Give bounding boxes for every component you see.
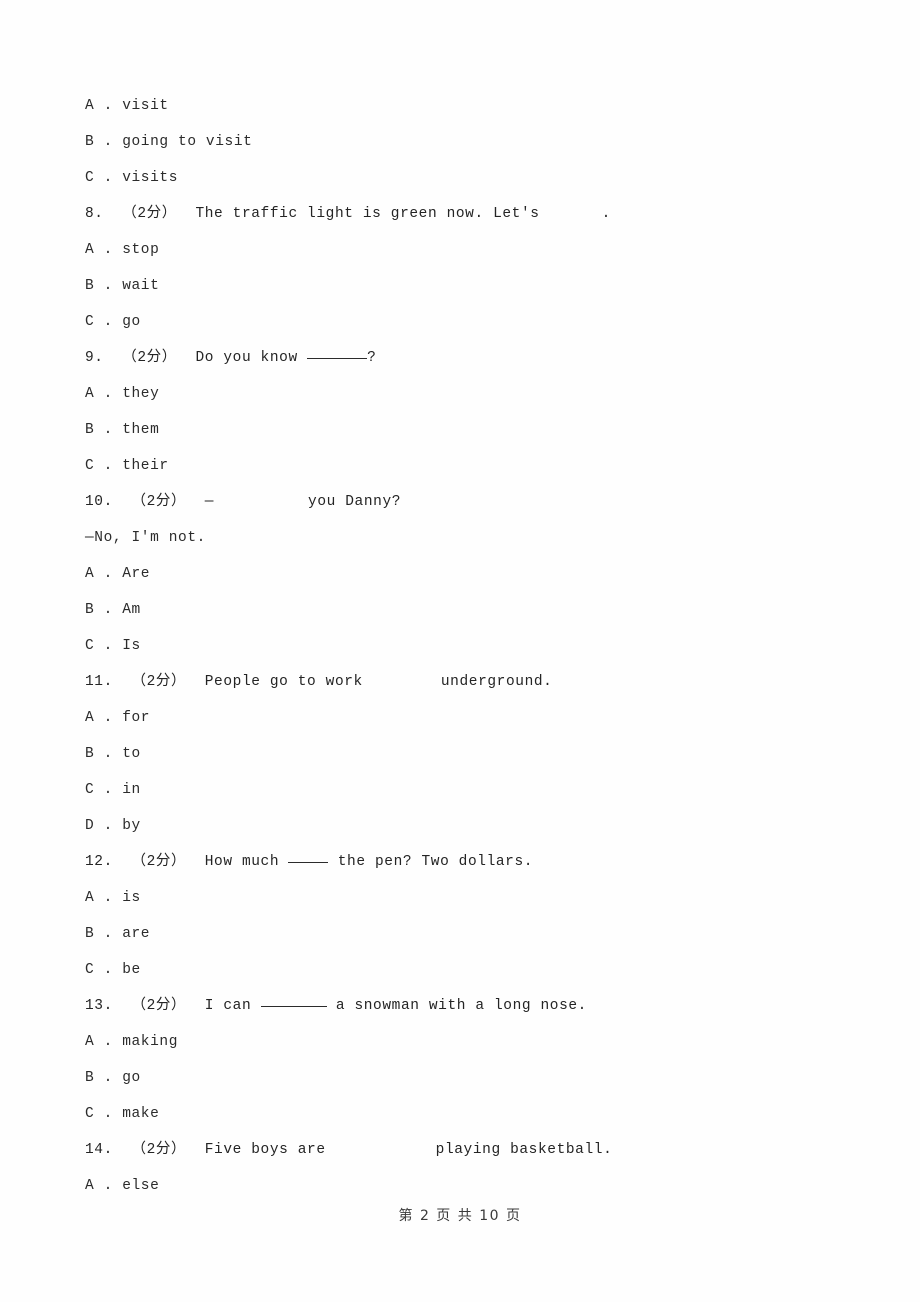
- answer-blank[interactable]: [214, 504, 308, 505]
- question-text-after-blank: a snowman with a long nose.: [326, 998, 587, 1014]
- option-item: C . in: [85, 772, 845, 808]
- option-item: A . they: [85, 376, 845, 412]
- question-stem: 10. （2分） — you Danny?: [85, 484, 845, 520]
- option-item: C . go: [85, 304, 845, 340]
- option-label[interactable]: C . be: [85, 962, 141, 978]
- option-item: A . Are: [85, 556, 845, 592]
- question-text-before-blank: Five boys are: [204, 1142, 326, 1158]
- option-label[interactable]: A . else: [85, 1178, 159, 1194]
- question-text-after-blank: playing basketball.: [435, 1142, 613, 1158]
- option-item: B . going to visit: [85, 124, 845, 160]
- option-item: A . visit: [85, 88, 845, 124]
- option-label[interactable]: A . stop: [85, 242, 159, 258]
- question-text-before-blank: People go to work: [204, 674, 363, 690]
- option-label[interactable]: C . Is: [85, 638, 141, 654]
- answer-blank[interactable]: [540, 216, 602, 217]
- option-item: C . make: [85, 1096, 845, 1132]
- question-number: 10.: [85, 494, 113, 510]
- question-score: （2分）: [131, 674, 187, 690]
- answer-blank[interactable]: [363, 684, 441, 685]
- question-stem: 14. （2分） Five boys are playing basketball…: [85, 1132, 845, 1168]
- option-label[interactable]: D . by: [85, 818, 141, 834]
- option-item: C . be: [85, 952, 845, 988]
- answer-blank[interactable]: [288, 851, 329, 863]
- question-number: 14.: [85, 1142, 113, 1158]
- option-item: A . stop: [85, 232, 845, 268]
- option-label[interactable]: B . Am: [85, 602, 141, 618]
- option-item: A . is: [85, 880, 845, 916]
- question-text-before-blank: How much: [204, 854, 289, 870]
- option-label[interactable]: A . they: [85, 386, 159, 402]
- question-number: 11.: [85, 674, 113, 690]
- option-label[interactable]: B . are: [85, 926, 150, 942]
- option-label: B . going to visit: [85, 134, 253, 150]
- option-label[interactable]: A . Are: [85, 566, 150, 582]
- answer-blank[interactable]: [326, 1152, 436, 1153]
- document-page: A . visit B . going to visit C . visits 8. …: [0, 0, 920, 1302]
- option-label[interactable]: B . wait: [85, 278, 159, 294]
- option-item: C . visits: [85, 160, 845, 196]
- option-label[interactable]: C . make: [85, 1106, 159, 1122]
- question-stem: 8. （2分） The traffic light is green now. …: [85, 196, 845, 232]
- option-label: C . visits: [85, 170, 179, 186]
- option-label[interactable]: C . go: [85, 314, 141, 330]
- exam-body: A . visit B . going to visit C . visits 8. …: [85, 88, 845, 1204]
- option-item: A . for: [85, 700, 845, 736]
- question-score: （2分）: [131, 854, 187, 870]
- question-text-before-blank: Do you know: [195, 350, 308, 366]
- option-label[interactable]: B . them: [85, 422, 159, 438]
- question-score: （2分）: [131, 998, 187, 1014]
- question-text-after-blank: the pen? Two dollars.: [328, 854, 534, 870]
- question-score: （2分）: [122, 350, 177, 366]
- option-item: B . go: [85, 1060, 845, 1096]
- answer-blank[interactable]: [307, 347, 368, 359]
- option-label[interactable]: C . in: [85, 782, 141, 798]
- question-text-before-blank: —: [204, 494, 215, 510]
- option-label[interactable]: B . to: [85, 746, 141, 762]
- option-label[interactable]: A . making: [85, 1034, 178, 1050]
- option-item: B . to: [85, 736, 845, 772]
- option-label[interactable]: A . is: [85, 890, 141, 906]
- question-answer-line: —No, I'm not.: [85, 520, 845, 556]
- question-text-after-blank: you Danny?: [308, 494, 402, 510]
- option-label: A . visit: [85, 98, 169, 114]
- question-score: （2分）: [131, 494, 187, 510]
- question-stem: 9. （2分） Do you know ?: [85, 340, 845, 376]
- question-text-before-blank: The traffic light is green now. Let's: [195, 206, 540, 222]
- option-item: B . are: [85, 916, 845, 952]
- question-number: 12.: [85, 854, 113, 870]
- option-item: A . making: [85, 1024, 845, 1060]
- option-label[interactable]: A . for: [85, 710, 150, 726]
- question-text-after-blank: ?: [367, 350, 377, 366]
- option-label[interactable]: B . go: [85, 1070, 141, 1086]
- question-stem: 12. （2分） How much the pen? Two dollars.: [85, 844, 845, 880]
- question-number: 9.: [85, 350, 104, 366]
- question-number: 8.: [85, 206, 104, 222]
- question-text-after-blank: .: [601, 206, 611, 222]
- option-item: C . Is: [85, 628, 845, 664]
- question-score: （2分）: [131, 1142, 187, 1158]
- question-text-after-blank: underground.: [440, 674, 553, 690]
- option-item: A . else: [85, 1168, 845, 1204]
- question-number: 13.: [85, 998, 113, 1014]
- question-stem: 11. （2分） People go to work underground.: [85, 664, 845, 700]
- option-item: B . Am: [85, 592, 845, 628]
- question-score: （2分）: [122, 206, 177, 222]
- page-footer: 第 2 页 共 10 页: [398, 1208, 522, 1224]
- option-item: B . wait: [85, 268, 845, 304]
- question-stem: 13. （2分） I can a snowman with a long nos…: [85, 988, 845, 1024]
- answer-blank[interactable]: [260, 995, 327, 1007]
- option-item: B . them: [85, 412, 845, 448]
- question-text-before-blank: I can: [204, 998, 261, 1014]
- option-label[interactable]: C . their: [85, 458, 169, 474]
- option-item: C . their: [85, 448, 845, 484]
- option-item: D . by: [85, 808, 845, 844]
- dialogue-reply: —No, I'm not.: [85, 530, 206, 546]
